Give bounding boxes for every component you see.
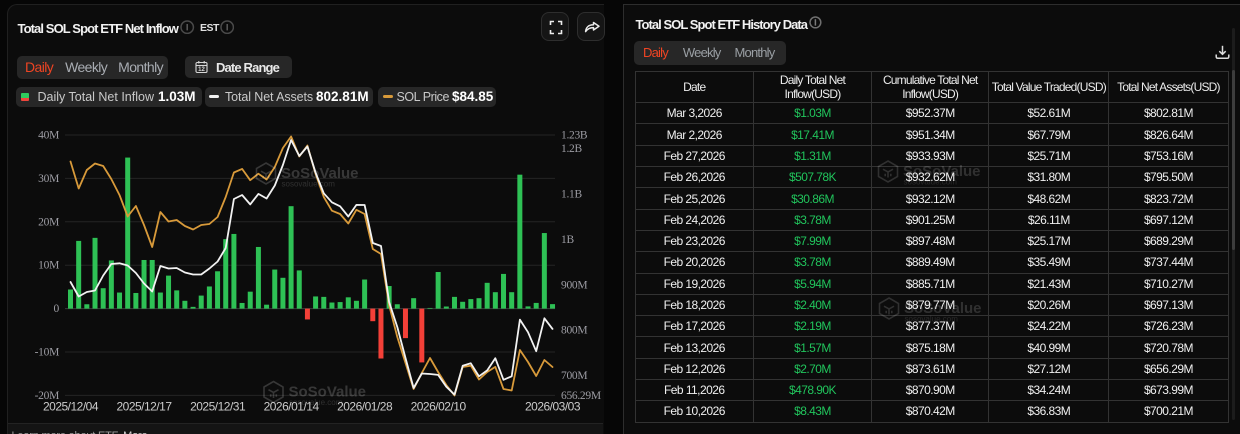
svg-text:12: 12 xyxy=(198,67,205,73)
